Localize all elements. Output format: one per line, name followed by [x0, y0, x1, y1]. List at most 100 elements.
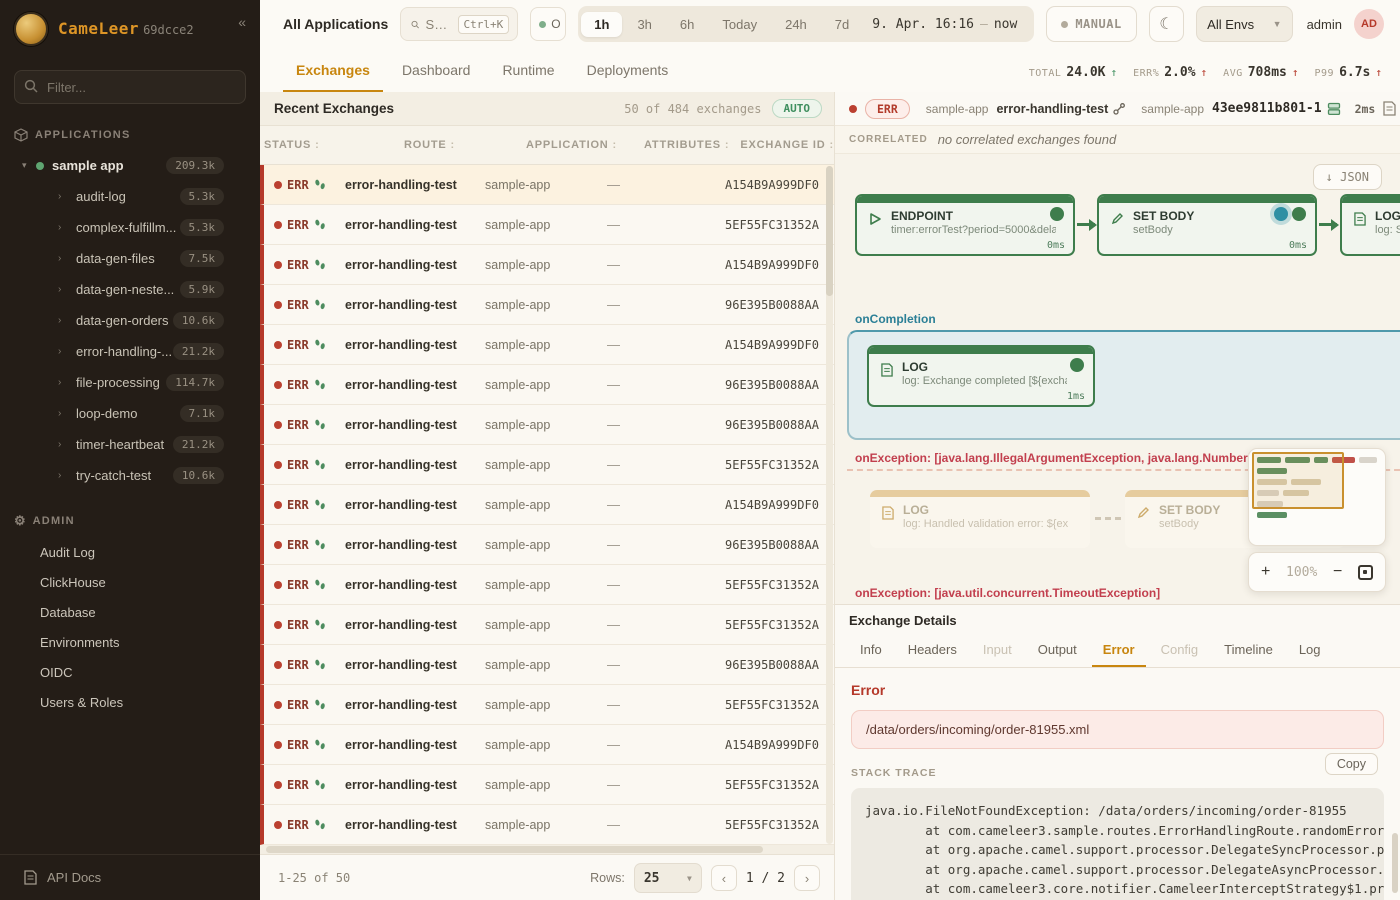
flow-node-endpoint[interactable]: ENDPOINTtimer:errorTest?period=5000&dela… — [855, 194, 1075, 256]
admin-item[interactable]: Database — [0, 597, 260, 627]
panel-title: Recent Exchanges — [274, 101, 394, 116]
flow-node-completion-log[interactable]: LOGlog: Exchange completed [${exchan 1ms — [867, 345, 1095, 407]
manual-refresh-button[interactable]: MANUAL — [1046, 6, 1136, 42]
exchanges-header: Recent Exchanges 50 of 484 exchanges AUT… — [260, 92, 834, 126]
table-row[interactable]: ERR error-handling-test sample-app — A15… — [260, 165, 834, 205]
environment-select[interactable]: All Envs▼ — [1196, 6, 1292, 42]
column-header[interactable]: STATUS: — [264, 139, 404, 151]
admin-item[interactable]: Environments — [0, 627, 260, 657]
table-row[interactable]: ERR error-handling-test sample-app — 5EF… — [260, 605, 834, 645]
correlated-row: CORRELATED no correlated exchanges found — [835, 126, 1400, 154]
global-search[interactable]: Ctrl+K — [400, 7, 518, 41]
column-header[interactable]: APPLICATION: — [526, 139, 644, 151]
table-row[interactable]: ERR error-handling-test sample-app — 96E… — [260, 365, 834, 405]
breakpoint-dot[interactable] — [1274, 207, 1288, 221]
sidebar-filter — [14, 70, 246, 104]
column-header[interactable]: ATTRIBUTES: — [644, 139, 740, 151]
sidebar-route-item[interactable]: › timer-heartbeat 21.2k — [0, 429, 260, 460]
sidebar-route-item[interactable]: › data-gen-neste... 5.9k — [0, 274, 260, 305]
document-icon[interactable] — [1383, 101, 1396, 116]
fit-view-button[interactable] — [1358, 565, 1373, 580]
detail-tab[interactable]: Info — [849, 635, 893, 667]
next-page-button[interactable]: › — [794, 865, 820, 891]
time-range-chip[interactable]: 6h — [667, 12, 707, 37]
dark-mode-toggle[interactable]: ☾ — [1149, 6, 1184, 42]
sidebar-route-item[interactable]: › file-processing 114.7k — [0, 367, 260, 398]
zoom-in-button[interactable]: + — [1261, 564, 1270, 580]
flow-canvas[interactable]: ↓ JSON ENDPOINTtimer:errorTest?period=50… — [835, 154, 1400, 604]
sidebar-route-item[interactable]: › loop-demo 7.1k — [0, 398, 260, 429]
rows-per-page-select[interactable]: 25▼ — [634, 863, 702, 893]
sidebar-route-item[interactable]: › try-catch-test 10.6k — [0, 460, 260, 491]
auto-refresh-badge[interactable]: AUTO — [772, 99, 823, 118]
prev-page-button[interactable]: ‹ — [711, 865, 737, 891]
detail-tab[interactable]: Error — [1092, 635, 1146, 667]
table-row[interactable]: ERR error-handling-test sample-app — 5EF… — [260, 565, 834, 605]
column-header[interactable]: ROUTE: — [404, 139, 526, 151]
detail-tab[interactable]: Headers — [897, 635, 968, 667]
main-tab[interactable]: Exchanges — [283, 52, 383, 92]
time-range-chip[interactable]: 1h — [581, 12, 622, 37]
sidebar-route-item[interactable]: › data-gen-orders 10.6k — [0, 305, 260, 336]
application-cell: sample-app — [485, 818, 607, 832]
on-completion-label: onCompletion — [855, 312, 936, 326]
column-header[interactable]: EXCHANGE ID: — [740, 139, 834, 151]
zoom-out-button[interactable]: − — [1333, 564, 1342, 580]
table-row[interactable]: ERR error-handling-test sample-app — 5EF… — [260, 765, 834, 805]
minimap-viewport[interactable] — [1252, 452, 1344, 509]
sidebar-route-item[interactable]: › audit-log 5.3k — [0, 181, 260, 212]
copy-button[interactable]: Copy — [1325, 753, 1378, 775]
online-status-pill[interactable]: O — [530, 7, 566, 41]
avatar[interactable]: AD — [1354, 9, 1384, 39]
detail-tab[interactable]: Config — [1150, 635, 1210, 667]
time-range-chip[interactable]: 3h — [624, 12, 664, 37]
sidebar-route-item[interactable]: › complex-fulfillm... 5.3k — [0, 212, 260, 243]
sidebar-route-item[interactable]: › data-gen-files 7.5k — [0, 243, 260, 274]
table-row[interactable]: ERR error-handling-test sample-app — 96E… — [260, 285, 834, 325]
search-input[interactable] — [426, 17, 452, 32]
time-range-chip[interactable]: Today — [709, 12, 770, 37]
table-row[interactable]: ERR error-handling-test sample-app — 96E… — [260, 405, 834, 445]
vertical-scrollbar[interactable] — [826, 166, 833, 844]
admin-item[interactable]: OIDC — [0, 657, 260, 687]
admin-item[interactable]: Audit Log — [0, 537, 260, 567]
flow-node-exception-log[interactable]: LOGlog: Handled validation error: ${exce — [870, 490, 1090, 548]
main-tab[interactable]: Runtime — [489, 52, 567, 92]
detail-exchange-id[interactable]: 43ee9811b801-1 — [1212, 101, 1341, 116]
detail-scrollbar[interactable] — [1392, 833, 1398, 893]
detail-route[interactable]: error-handling-test — [996, 102, 1125, 116]
main-tab[interactable]: Dashboard — [389, 52, 484, 92]
horizontal-scrollbar[interactable] — [260, 845, 834, 854]
table-row[interactable]: ERR error-handling-test sample-app — 96E… — [260, 525, 834, 565]
sidebar-collapse-icon[interactable]: « — [238, 12, 246, 30]
detail-tab[interactable]: Input — [972, 635, 1023, 667]
flow-node-log[interactable]: LOGlog: Sta — [1340, 194, 1400, 256]
detail-tab[interactable]: Log — [1288, 635, 1332, 667]
table-row[interactable]: ERR error-handling-test sample-app — A15… — [260, 245, 834, 285]
copy-stack-icon[interactable] — [1327, 102, 1341, 116]
time-range-chip[interactable]: 24h — [772, 12, 820, 37]
filter-input[interactable] — [14, 70, 246, 104]
sidebar-item-sample-app[interactable]: ▾ sample app 209.3k — [0, 150, 260, 181]
main-tab[interactable]: Deployments — [574, 52, 682, 92]
table-row[interactable]: ERR error-handling-test sample-app — A15… — [260, 485, 834, 525]
table-row[interactable]: ERR error-handling-test sample-app — 5EF… — [260, 685, 834, 725]
api-docs-link[interactable]: API Docs — [0, 854, 260, 900]
admin-item[interactable]: Users & Roles — [0, 687, 260, 717]
admin-item[interactable]: ClickHouse — [0, 567, 260, 597]
stack-trace-box[interactable]: java.io.FileNotFoundException: /data/ord… — [851, 788, 1384, 900]
minimap[interactable] — [1248, 448, 1386, 546]
table-row[interactable]: ERR error-handling-test sample-app — 5EF… — [260, 805, 834, 845]
table-row[interactable]: ERR error-handling-test sample-app — 96E… — [260, 645, 834, 685]
table-row[interactable]: ERR error-handling-test sample-app — A15… — [260, 725, 834, 765]
table-row[interactable]: ERR error-handling-test sample-app — 5EF… — [260, 205, 834, 245]
time-range-chip[interactable]: 7d — [822, 12, 862, 37]
sidebar-route-item[interactable]: › error-handling-... 21.2k — [0, 336, 260, 367]
table-row[interactable]: ERR error-handling-test sample-app — A15… — [260, 325, 834, 365]
detail-tab[interactable]: Timeline — [1213, 635, 1284, 667]
flow-node-setbody[interactable]: SET BODYsetBody 0ms — [1097, 194, 1317, 256]
detail-tab[interactable]: Output — [1027, 635, 1088, 667]
date-range[interactable]: 9. Apr. 16:16–now — [864, 17, 1031, 32]
table-row[interactable]: ERR error-handling-test sample-app — 5EF… — [260, 445, 834, 485]
download-json-button[interactable]: ↓ JSON — [1313, 164, 1382, 190]
